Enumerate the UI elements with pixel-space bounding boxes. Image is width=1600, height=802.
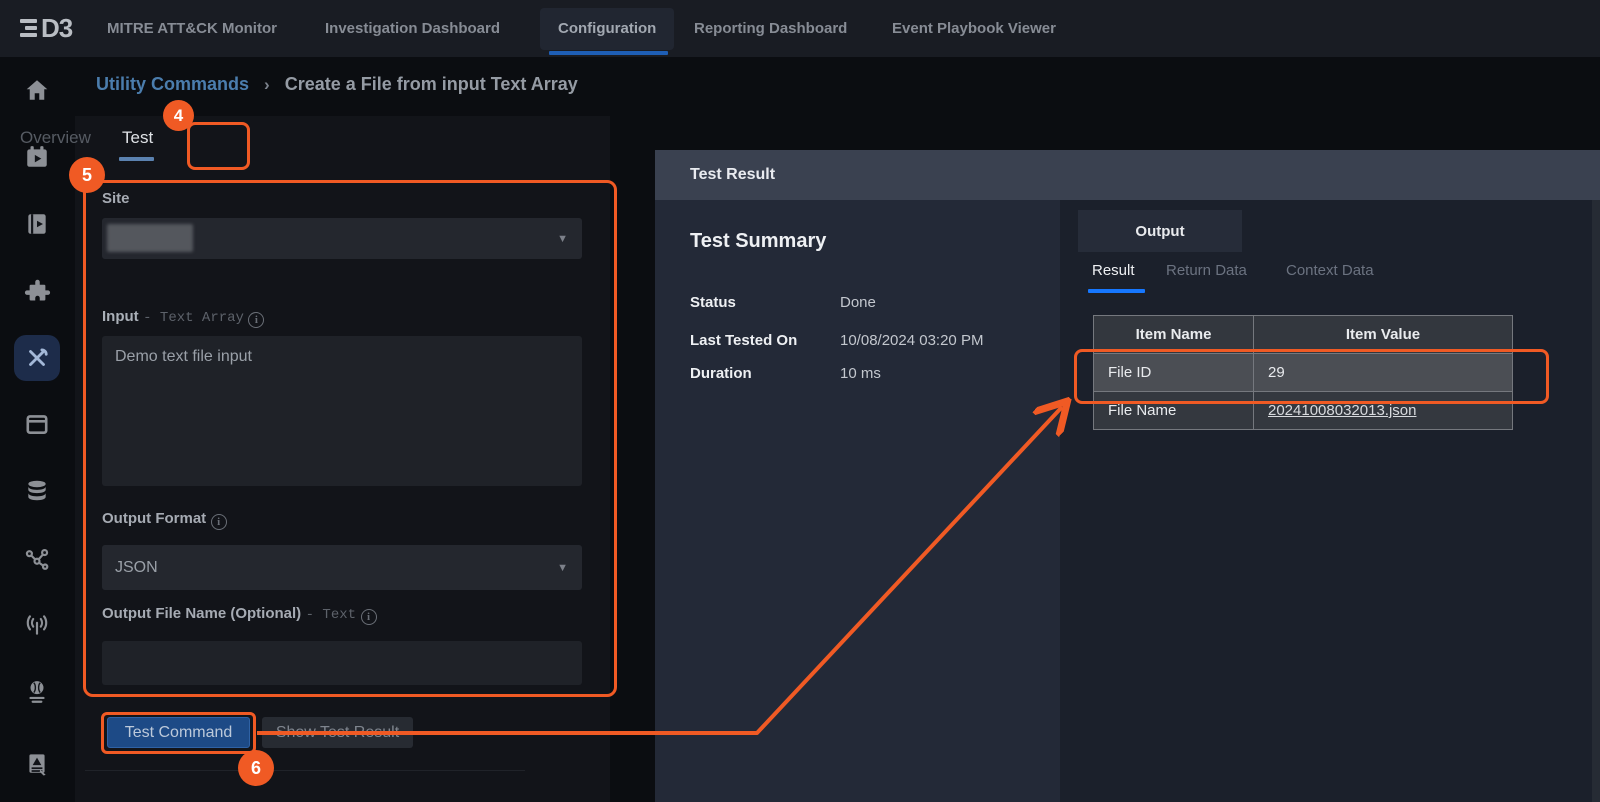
d3-logo-text: D3 bbox=[41, 13, 72, 43]
vertical-scrollbar[interactable] bbox=[1592, 200, 1600, 802]
nav-reporting-dashboard[interactable]: Reporting Dashboard bbox=[694, 0, 847, 57]
annotation-box-test-tab bbox=[187, 122, 250, 170]
annotation-badge-4: 4 bbox=[163, 100, 194, 131]
antenna-icon bbox=[24, 612, 50, 638]
test-summary-title: Test Summary bbox=[690, 230, 826, 253]
annotation-box-form bbox=[83, 180, 617, 697]
home-icon bbox=[24, 77, 50, 103]
sidebar-item-database[interactable] bbox=[14, 468, 60, 514]
app-window: D3 MITRE ATT&CK Monitor Investigation Da… bbox=[0, 0, 1600, 802]
column-header-item-name: Item Name bbox=[1094, 316, 1254, 354]
summary-last-tested-label: Last Tested On bbox=[690, 332, 797, 349]
summary-duration-value: 10 ms bbox=[840, 365, 881, 382]
subtab-return-data[interactable]: Return Data bbox=[1166, 262, 1247, 279]
annotation-box-test-command bbox=[101, 712, 256, 754]
sidebar-item-connections[interactable] bbox=[14, 535, 60, 581]
nav-investigation-dashboard[interactable]: Investigation Dashboard bbox=[325, 0, 500, 57]
test-result-title: Test Result bbox=[690, 166, 775, 184]
breadcrumb-separator-icon: › bbox=[264, 75, 270, 95]
subtab-result-active-underline bbox=[1088, 289, 1145, 293]
summary-status-label: Status bbox=[690, 294, 736, 311]
tab-output[interactable]: Output bbox=[1078, 210, 1242, 252]
column-header-item-value: Item Value bbox=[1254, 316, 1513, 354]
annotation-box-file-id-row bbox=[1074, 349, 1549, 404]
d3-logo-bars-icon bbox=[20, 19, 37, 37]
panel-bottom-divider bbox=[85, 770, 525, 771]
top-navigation-bar: D3 MITRE ATT&CK Monitor Investigation Da… bbox=[0, 0, 1600, 57]
annotation-badge-5: 5 bbox=[69, 157, 105, 193]
network-nodes-icon bbox=[24, 545, 50, 571]
page-title: Create a File from input Text Array bbox=[285, 74, 578, 95]
sidebar-item-home[interactable] bbox=[14, 67, 60, 113]
subtab-context-data[interactable]: Context Data bbox=[1286, 262, 1374, 279]
tab-test-active-underline bbox=[119, 157, 154, 161]
database-icon bbox=[24, 478, 50, 504]
table-header-row: Item Name Item Value bbox=[1094, 316, 1513, 354]
sidebar-item-incident-report[interactable] bbox=[14, 740, 60, 786]
tab-test[interactable]: Test bbox=[122, 128, 153, 148]
sidebar-item-integrations[interactable] bbox=[14, 268, 60, 314]
sidebar-item-geo-sites[interactable] bbox=[14, 669, 60, 715]
annotation-badge-6: 6 bbox=[238, 750, 274, 786]
subtab-result[interactable]: Result bbox=[1092, 262, 1135, 279]
breadcrumb-utility-commands-link[interactable]: Utility Commands bbox=[96, 74, 249, 95]
puzzle-icon bbox=[24, 278, 51, 305]
test-result-header: Test Result bbox=[655, 150, 1600, 200]
d3-logo[interactable]: D3 bbox=[20, 13, 72, 43]
document-warning-icon bbox=[24, 750, 50, 776]
sidebar-item-playbook[interactable] bbox=[14, 201, 60, 247]
file-download-link[interactable]: 20241008032013.json bbox=[1268, 402, 1416, 419]
tab-overview[interactable]: Overview bbox=[20, 128, 91, 148]
sidebar-item-broadcast[interactable] bbox=[14, 602, 60, 648]
sidebar-item-calendar[interactable] bbox=[14, 401, 60, 447]
nav-configuration[interactable]: Configuration bbox=[540, 8, 674, 50]
playbook-play-icon bbox=[24, 211, 50, 237]
globe-lines-icon bbox=[24, 679, 50, 705]
show-test-result-button[interactable]: Show Test Result bbox=[262, 717, 413, 748]
summary-duration-label: Duration bbox=[690, 365, 752, 382]
nav-event-playbook-viewer[interactable]: Event Playbook Viewer bbox=[892, 0, 1056, 57]
test-summary-section: Test Summary Status Done Last Tested On … bbox=[655, 200, 1060, 802]
nav-active-underline bbox=[549, 51, 668, 55]
tools-icon bbox=[24, 345, 50, 371]
nav-mitre-attack-monitor[interactable]: MITRE ATT&CK Monitor bbox=[107, 0, 277, 57]
summary-last-tested-value: 10/08/2024 03:20 PM bbox=[840, 332, 983, 349]
sidebar-item-utility-tools[interactable] bbox=[14, 335, 60, 381]
summary-status-value: Done bbox=[840, 294, 876, 311]
test-output-section: Output Result Return Data Context Data I… bbox=[1060, 200, 1600, 802]
calendar-icon bbox=[24, 411, 50, 437]
